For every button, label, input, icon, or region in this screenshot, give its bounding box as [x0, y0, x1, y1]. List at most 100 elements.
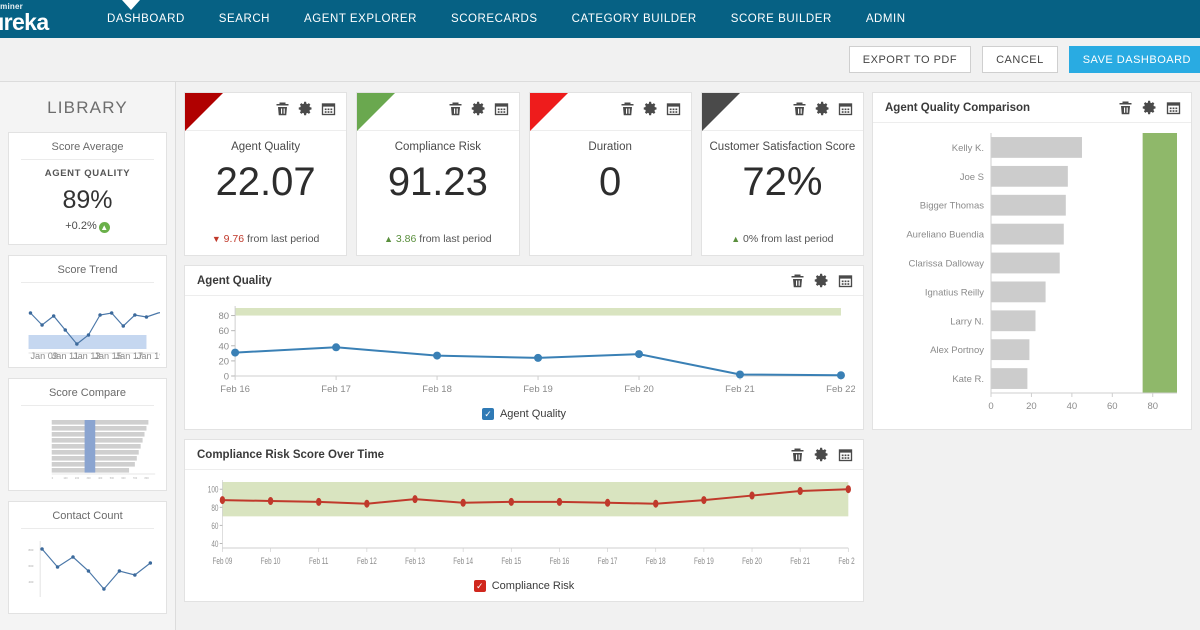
trash-icon[interactable]: [620, 101, 635, 116]
score-trend-mini-chart: Jan 09Jan 11 Jan 13Jan 15 Jan 17Jan 19: [15, 291, 160, 361]
svg-text:700: 700: [133, 476, 138, 480]
trend-up-icon: ▲: [384, 234, 393, 244]
kpi-title: Customer Satisfaction Score: [702, 131, 863, 153]
gear-icon[interactable]: [815, 101, 830, 116]
kpi-tile-compliance-risk[interactable]: Compliance Risk 91.23 ▲ 3.86 from last p…: [356, 92, 519, 256]
gear-icon[interactable]: [814, 273, 829, 288]
top-navigation-bar: callminer eureka DASHBOARD SEARCH AGENT …: [0, 0, 1200, 38]
legend-label-agent-quality: Agent Quality: [500, 408, 566, 420]
svg-text:Feb 21: Feb 21: [725, 384, 755, 395]
app-logo[interactable]: callminer eureka: [0, 0, 64, 38]
svg-text:0: 0: [224, 372, 229, 383]
calendar-icon[interactable]: [1166, 100, 1181, 115]
gear-icon[interactable]: [298, 101, 313, 116]
card-title: Compliance Risk Score Over Time: [197, 449, 384, 461]
kpi-tile-customer-satisfaction-score[interactable]: Customer Satisfaction Score 72% ▲ 0% fro…: [701, 92, 864, 256]
kpi-tile-agent-quality[interactable]: Agent Quality 22.07 ▼ 9.76 from last per…: [184, 92, 347, 256]
nav-item-agent-explorer[interactable]: AGENT EXPLORER: [287, 0, 434, 38]
calendar-icon[interactable]: [838, 101, 853, 116]
trash-icon[interactable]: [1118, 100, 1133, 115]
library-card-title: Score Compare: [21, 387, 154, 406]
library-card-contact-count[interactable]: Contact Count 800600 400: [8, 501, 167, 614]
svg-text:Feb 14: Feb 14: [453, 556, 473, 567]
nav-item-dashboard[interactable]: DASHBOARD: [90, 0, 202, 38]
trend-up-icon: ▲: [731, 234, 740, 244]
trash-icon[interactable]: [790, 273, 805, 288]
svg-text:Feb 16: Feb 16: [550, 556, 570, 567]
svg-text:800: 800: [29, 548, 34, 552]
agent-quality-chart-plot: 020406080Feb 16Feb 17Feb 18Feb 19Feb 20F…: [185, 296, 863, 406]
svg-text:Feb 20: Feb 20: [742, 556, 762, 567]
compliance-risk-chart-plot: 406080100Feb 09Feb 10Feb 11Feb 12Feb 13F…: [185, 470, 863, 578]
trash-icon[interactable]: [792, 101, 807, 116]
library-card-title: Score Trend: [21, 264, 154, 283]
dashboard-left-column: Agent Quality 22.07 ▼ 9.76 from last per…: [184, 92, 864, 630]
svg-text:40: 40: [211, 539, 218, 550]
save-dashboard-button[interactable]: SAVE DASHBOARD: [1069, 46, 1200, 73]
kpi-title: Duration: [530, 131, 691, 153]
svg-text:80: 80: [219, 311, 230, 322]
svg-text:800: 800: [145, 476, 150, 480]
nav-item-category-builder[interactable]: CATEGORY BUILDER: [555, 0, 714, 38]
svg-text:Aureliano Buendia: Aureliano Buendia: [906, 230, 984, 241]
arrow-up-circle-icon: ▲: [99, 222, 110, 233]
svg-text:100: 100: [63, 476, 68, 480]
svg-text:Feb 09: Feb 09: [213, 556, 233, 567]
card-header: Compliance Risk Score Over Time: [185, 440, 863, 470]
trash-icon[interactable]: [275, 101, 290, 116]
svg-text:Ignatius Reilly: Ignatius Reilly: [925, 287, 984, 298]
library-card-score-compare[interactable]: Score Compare: [8, 378, 167, 491]
svg-text:600: 600: [29, 564, 34, 568]
library-card-score-trend[interactable]: Score Trend Jan 09Jan 11: [8, 255, 167, 368]
svg-text:60: 60: [219, 326, 230, 337]
nav-item-admin[interactable]: ADMIN: [849, 0, 923, 38]
card-compliance-risk-chart: Compliance Risk Score Over Time 40608010…: [184, 439, 864, 602]
nav-item-score-builder[interactable]: SCORE BUILDER: [714, 0, 849, 38]
svg-text:500: 500: [110, 476, 115, 480]
calendar-icon[interactable]: [494, 101, 509, 116]
trash-icon[interactable]: [790, 447, 805, 462]
library-card-score-average[interactable]: Score Average AGENT QUALITY 89% +0.2%▲: [8, 132, 167, 245]
nav-active-caret-icon: [122, 0, 140, 10]
svg-text:80: 80: [1147, 401, 1158, 412]
gear-icon[interactable]: [814, 447, 829, 462]
calendar-icon[interactable]: [321, 101, 336, 116]
card-icon-row: [1118, 100, 1181, 115]
score-average-delta: +0.2%▲: [15, 220, 160, 238]
svg-text:Bigger Thomas: Bigger Thomas: [920, 201, 984, 212]
svg-text:Larry N.: Larry N.: [950, 316, 984, 327]
kpi-delta-suffix: from last period: [761, 233, 833, 245]
trend-down-icon: ▼: [212, 234, 221, 244]
card-header: Agent Quality Comparison: [873, 93, 1191, 123]
gear-icon[interactable]: [643, 101, 658, 116]
kpi-corner-marker: [702, 93, 740, 131]
kpi-tile-duration[interactable]: Duration 0: [529, 92, 692, 256]
nav-item-scorecards[interactable]: SCORECARDS: [434, 0, 555, 38]
legend-checkbox-agent-quality[interactable]: ✓: [482, 408, 494, 420]
export-to-pdf-button[interactable]: EXPORT TO PDF: [849, 46, 971, 73]
svg-text:400: 400: [29, 580, 34, 584]
kpi-delta: ▼ 9.76 from last period: [185, 233, 346, 245]
dashboard-main: Agent Quality 22.07 ▼ 9.76 from last per…: [176, 82, 1200, 630]
card-header: Agent Quality: [185, 266, 863, 296]
legend-checkbox-compliance-risk[interactable]: ✓: [474, 580, 486, 592]
calendar-icon[interactable]: [838, 447, 853, 462]
library-title: LIBRARY: [8, 82, 167, 132]
contact-count-mini-chart: 800 600 400: [15, 537, 160, 607]
calendar-icon[interactable]: [666, 101, 681, 116]
svg-text:Jan 19: Jan 19: [137, 351, 160, 361]
gear-icon[interactable]: [1142, 100, 1157, 115]
svg-text:40: 40: [1067, 401, 1078, 412]
score-average-metric-label: AGENT QUALITY: [15, 168, 160, 179]
gear-icon[interactable]: [471, 101, 486, 116]
cancel-button[interactable]: CANCEL: [982, 46, 1058, 73]
svg-text:Feb 22: Feb 22: [826, 384, 855, 395]
svg-text:Feb 18: Feb 18: [646, 556, 666, 567]
library-sidebar: LIBRARY Score Average AGENT QUALITY 89% …: [0, 82, 176, 630]
nav-item-search[interactable]: SEARCH: [202, 0, 287, 38]
calendar-icon[interactable]: [838, 273, 853, 288]
trash-icon[interactable]: [448, 101, 463, 116]
score-average-value: 89%: [15, 186, 160, 215]
svg-text:0: 0: [52, 476, 54, 480]
svg-text:Joe S: Joe S: [960, 172, 984, 183]
